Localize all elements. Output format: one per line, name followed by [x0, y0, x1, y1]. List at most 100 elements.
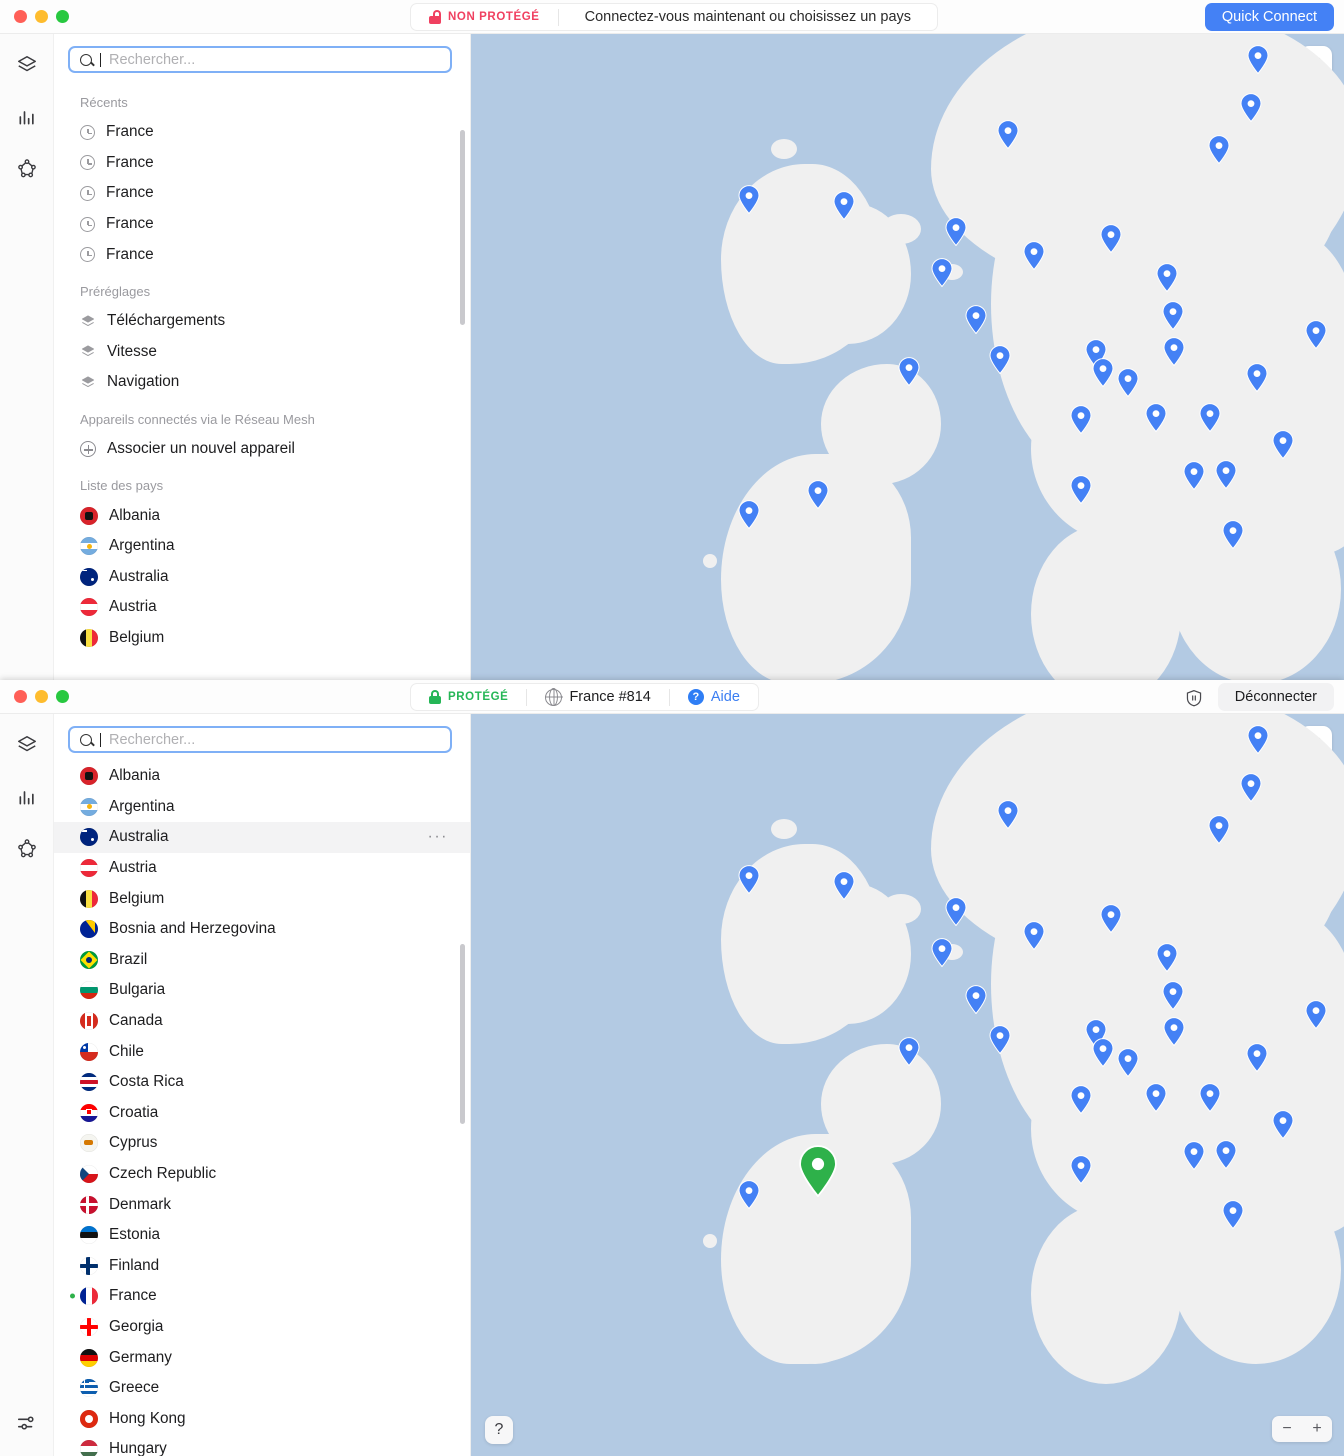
map-pin[interactable] [738, 1180, 760, 1210]
list-item[interactable]: Argentina [54, 531, 470, 562]
map-pin[interactable] [1208, 135, 1230, 165]
scrollbar-top[interactable] [460, 130, 465, 325]
list-item[interactable]: France [54, 239, 470, 270]
map-pin[interactable] [965, 305, 987, 335]
country-list-item[interactable]: Finland [54, 1251, 470, 1282]
map-pin[interactable] [1199, 403, 1221, 433]
map-help-button[interactable]: ? [485, 1416, 513, 1444]
country-list-item[interactable]: Denmark [54, 1189, 470, 1220]
country-list[interactable]: Albania Argentina Australia ··· Austria Belgi… [54, 761, 470, 1456]
map-pin[interactable] [1156, 263, 1178, 293]
map-pin[interactable] [1070, 1085, 1092, 1115]
map-pin[interactable] [898, 357, 920, 387]
mesh-network-icon[interactable] [14, 156, 40, 182]
country-list-item[interactable]: Canada [54, 1006, 470, 1037]
country-list-item[interactable]: Bulgaria [54, 975, 470, 1006]
chart-bar-icon[interactable] [14, 784, 40, 810]
minimize-button[interactable] [35, 690, 48, 703]
map-pin[interactable] [1215, 460, 1237, 490]
map-pin[interactable] [1208, 815, 1230, 845]
map-pin-active[interactable] [798, 1145, 838, 1198]
help-link[interactable]: ? Aide [670, 684, 758, 710]
list-item[interactable]: Belgium [54, 623, 470, 654]
country-list-item[interactable]: Austria [54, 853, 470, 884]
country-list-item[interactable]: Australia ··· [54, 822, 470, 853]
zoom-button[interactable] [56, 10, 69, 23]
map-pin[interactable] [1070, 475, 1092, 505]
country-list-item[interactable]: Greece [54, 1373, 470, 1404]
country-list-item[interactable]: Estonia [54, 1220, 470, 1251]
list-item[interactable]: France [54, 178, 470, 209]
close-button[interactable] [14, 690, 27, 703]
layers-icon[interactable] [14, 52, 40, 78]
map-pin[interactable] [1100, 904, 1122, 934]
map-pin[interactable] [1092, 358, 1114, 388]
current-server[interactable]: France #814 [527, 684, 668, 710]
map-pin[interactable] [1023, 241, 1045, 271]
country-list-item[interactable]: Argentina [54, 792, 470, 823]
country-list-item[interactable]: Cyprus [54, 1128, 470, 1159]
search-input[interactable]: Rechercher... [68, 46, 452, 73]
map-pin[interactable] [1240, 773, 1262, 803]
map-pin[interactable] [1222, 520, 1244, 550]
map-pin[interactable] [1246, 1043, 1268, 1073]
map-pin[interactable] [1247, 725, 1269, 755]
country-list-item[interactable]: Bosnia and Herzegovina [54, 914, 470, 945]
country-list-item[interactable]: France [54, 1281, 470, 1312]
country-list-item[interactable]: Germany [54, 1342, 470, 1373]
map-pin[interactable] [1117, 368, 1139, 398]
map-pin[interactable] [1199, 1083, 1221, 1113]
map-pin[interactable] [1163, 1017, 1185, 1047]
country-list-item[interactable]: Brazil [54, 945, 470, 976]
map-pin[interactable] [1162, 981, 1184, 1011]
map-pin[interactable] [833, 191, 855, 221]
list-item[interactable]: Austria [54, 592, 470, 623]
map-pin[interactable] [1222, 1200, 1244, 1230]
list-item[interactable]: Australia [54, 562, 470, 593]
close-button[interactable] [14, 10, 27, 23]
sidebar-list-top[interactable]: Récents France France France France France Pré… [54, 81, 470, 653]
map-pin[interactable] [1156, 943, 1178, 973]
country-list-item[interactable]: Albania [54, 761, 470, 792]
map-pin[interactable] [1305, 320, 1327, 350]
zoom-in-button[interactable]: + [1302, 1416, 1332, 1442]
map-pin[interactable] [931, 938, 953, 968]
country-list-item[interactable]: Georgia [54, 1312, 470, 1343]
list-item[interactable]: France [54, 148, 470, 179]
map-pin[interactable] [1246, 363, 1268, 393]
chart-bar-icon[interactable] [14, 104, 40, 130]
quick-connect-button[interactable]: Quick Connect [1204, 3, 1334, 31]
shield-pause-icon[interactable] [1184, 689, 1204, 707]
map-pin[interactable] [1247, 45, 1269, 75]
traffic-lights-top[interactable] [0, 10, 69, 23]
list-item[interactable]: Associer un nouvel appareil [54, 434, 470, 465]
map-pin[interactable] [807, 480, 829, 510]
map-pin[interactable] [1145, 1083, 1167, 1113]
map-pin[interactable] [1145, 403, 1167, 433]
map-pin[interactable] [997, 800, 1019, 830]
traffic-lights-bottom[interactable] [0, 690, 69, 703]
zoom-button[interactable] [56, 690, 69, 703]
map-pin[interactable] [945, 217, 967, 247]
country-list-item[interactable]: Croatia [54, 1098, 470, 1129]
layers-icon[interactable] [14, 732, 40, 758]
map-pin[interactable] [1240, 93, 1262, 123]
map-pin[interactable] [1305, 1000, 1327, 1030]
list-item[interactable]: Téléchargements [54, 306, 470, 337]
map-pin[interactable] [989, 1025, 1011, 1055]
map-pin[interactable] [1100, 224, 1122, 254]
list-item[interactable]: Vitesse [54, 337, 470, 368]
map-pin[interactable] [945, 897, 967, 927]
map-pin[interactable] [1023, 921, 1045, 951]
search-input[interactable]: Rechercher... [68, 726, 452, 753]
minimize-button[interactable] [35, 10, 48, 23]
map-pin[interactable] [1272, 1110, 1294, 1140]
map-pin[interactable] [1183, 461, 1205, 491]
list-item[interactable]: France [54, 117, 470, 148]
map-pin[interactable] [1183, 1141, 1205, 1171]
map-pin[interactable] [989, 345, 1011, 375]
map-top[interactable] [471, 34, 1344, 680]
country-list-item[interactable]: Chile [54, 1036, 470, 1067]
map-pin[interactable] [997, 120, 1019, 150]
list-item[interactable]: France [54, 209, 470, 240]
